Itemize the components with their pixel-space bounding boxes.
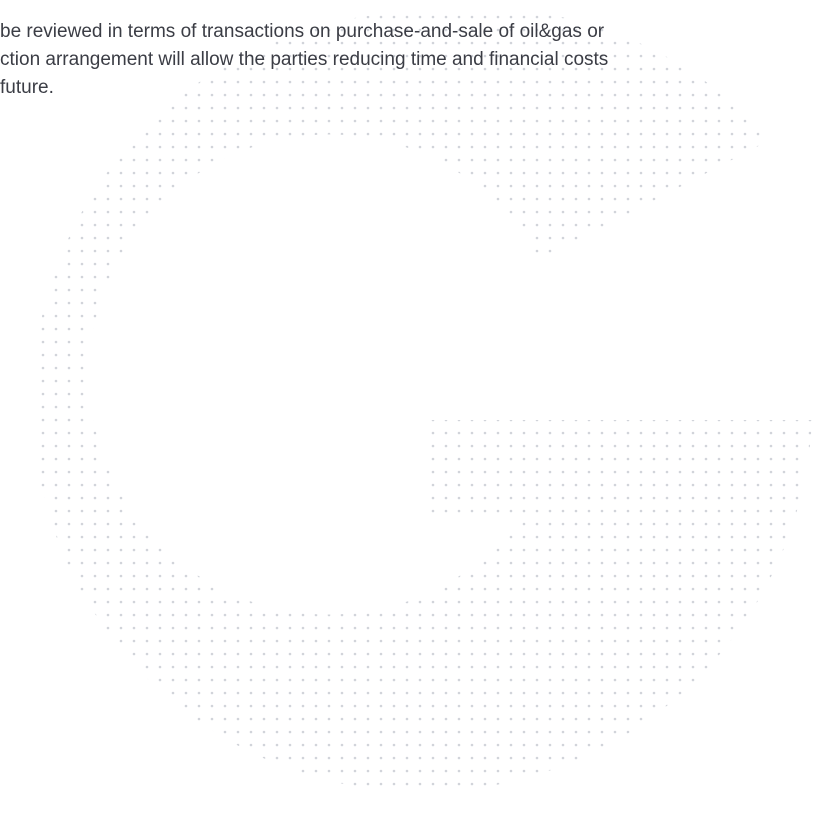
body-text-line-1: be reviewed in terms of transactions on … <box>0 21 605 42</box>
dotted-logo-watermark <box>32 7 813 792</box>
page: be reviewed in terms of transactions on … <box>0 0 827 816</box>
body-text-line-2: ction arrangement will allow the parties… <box>0 49 609 70</box>
body-text-line-3: future. <box>0 77 54 98</box>
body-text: be reviewed in terms of transactions on … <box>0 18 827 102</box>
